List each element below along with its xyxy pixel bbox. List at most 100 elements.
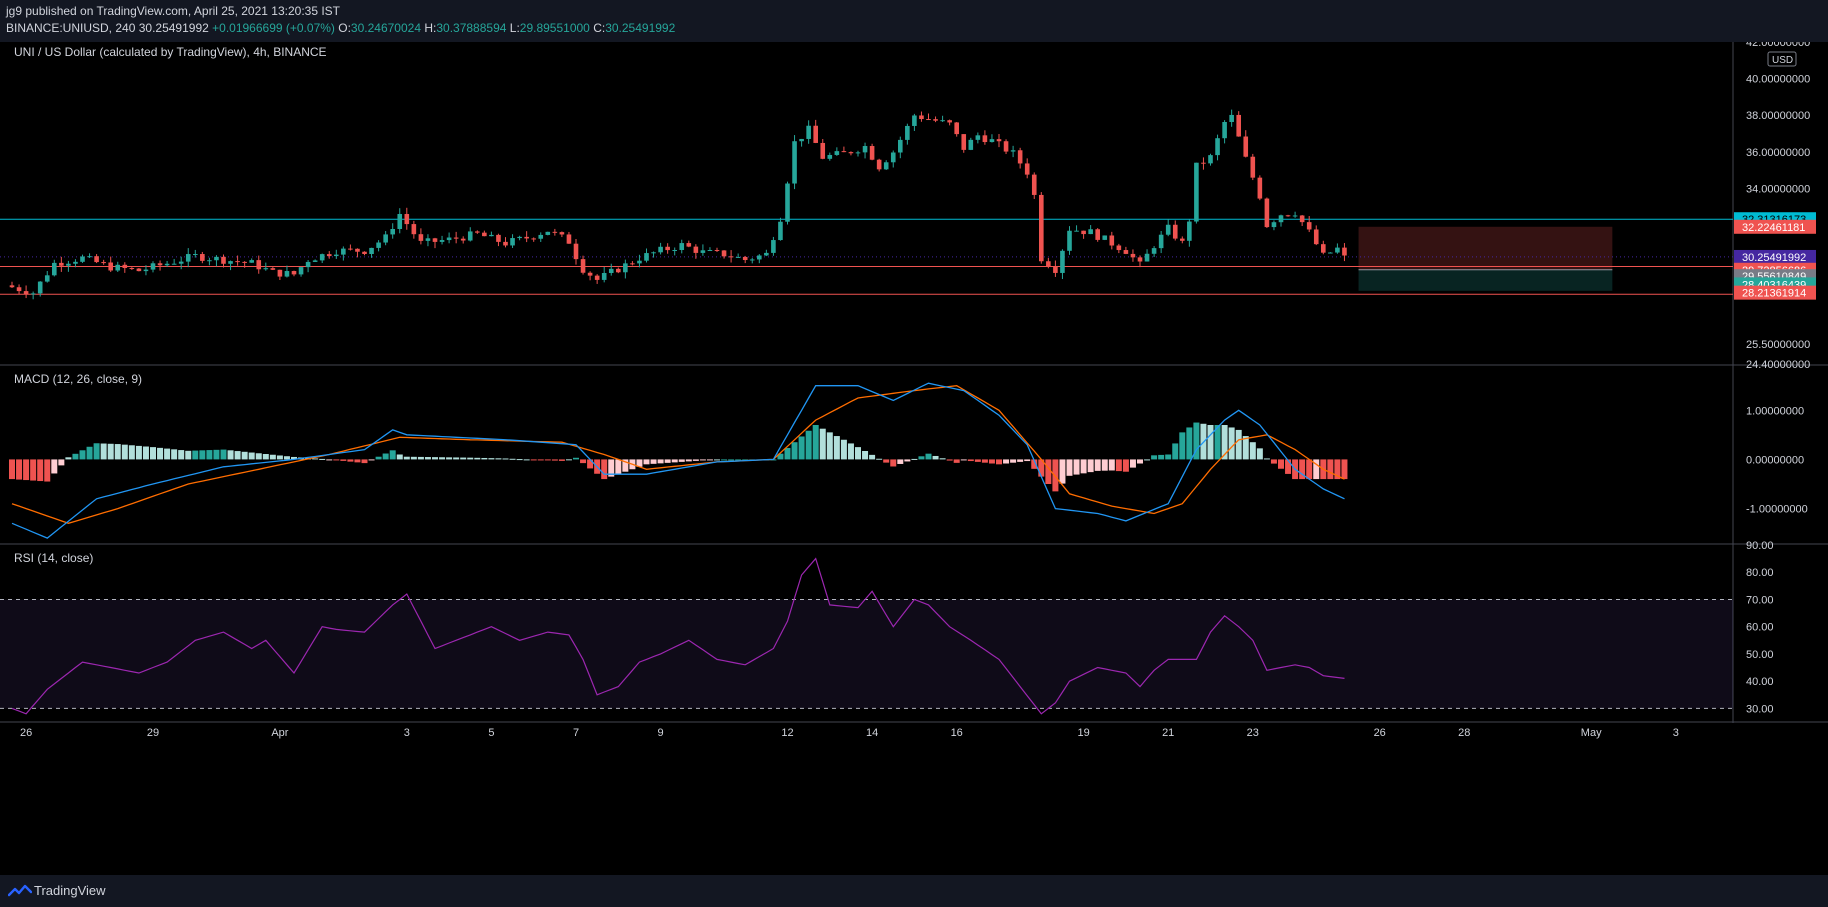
candle-body bbox=[898, 139, 903, 153]
candle-body bbox=[411, 224, 417, 235]
candle-body bbox=[742, 256, 748, 261]
candle-body bbox=[503, 241, 508, 246]
macd-histogram-bar bbox=[432, 457, 438, 460]
macd-histogram-bar bbox=[128, 445, 135, 460]
price-pane-title: UNI / US Dollar (calculated by TradingVi… bbox=[14, 45, 327, 59]
candle-body bbox=[263, 268, 269, 270]
price-axis-tick: 36.00000000 bbox=[1746, 147, 1810, 159]
macd-histogram-bar bbox=[714, 459, 720, 461]
macd-histogram-bar bbox=[354, 459, 361, 463]
macd-histogram-bar bbox=[495, 458, 502, 460]
rsi-axis-tick: 50.00 bbox=[1746, 649, 1774, 661]
candle-body bbox=[1229, 114, 1234, 122]
macd-histogram-bar bbox=[650, 459, 657, 464]
candle-body bbox=[66, 263, 71, 266]
macd-histogram-bar bbox=[1341, 459, 1348, 480]
candle-body bbox=[291, 271, 297, 275]
candle-body bbox=[693, 246, 699, 253]
macd-histogram-bar bbox=[347, 459, 354, 462]
candle-body bbox=[482, 232, 487, 237]
price-axis-tick: 34.00000000 bbox=[1746, 183, 1810, 195]
macd-histogram-bar bbox=[326, 459, 333, 461]
macd-histogram-bar bbox=[601, 459, 608, 480]
candle-body bbox=[919, 115, 924, 120]
candle-body bbox=[764, 252, 769, 256]
candle-body bbox=[284, 271, 290, 277]
candle-body bbox=[1024, 163, 1030, 175]
macd-histogram-bar bbox=[1278, 459, 1284, 469]
candle-body bbox=[1172, 224, 1178, 239]
candle-body bbox=[517, 236, 522, 239]
macd-histogram-bar bbox=[1165, 454, 1172, 460]
candle-body bbox=[630, 263, 635, 265]
candle-body bbox=[52, 262, 57, 276]
macd-histogram-bar bbox=[269, 454, 276, 460]
candle-body bbox=[1046, 261, 1051, 267]
price-axis-tick: 38.00000000 bbox=[1746, 110, 1810, 122]
candle-body bbox=[841, 151, 847, 153]
candle-body bbox=[1306, 222, 1312, 230]
macd-histogram-bar bbox=[199, 450, 206, 460]
macd-histogram-bar bbox=[918, 456, 925, 460]
candle-body bbox=[665, 246, 670, 251]
macd-histogram-bar bbox=[897, 459, 904, 464]
candle-body bbox=[30, 293, 36, 295]
candle-body bbox=[545, 231, 551, 235]
currency-label: USD bbox=[1772, 55, 1793, 66]
candle-body bbox=[1123, 250, 1129, 254]
rsi-axis-tick: 40.00 bbox=[1746, 676, 1774, 688]
candle-body bbox=[566, 234, 572, 244]
macd-histogram-bar bbox=[16, 459, 23, 480]
macd-histogram-bar bbox=[996, 459, 1002, 465]
candle-body bbox=[1109, 235, 1115, 246]
candle-body bbox=[270, 268, 276, 270]
macd-histogram-bar bbox=[1115, 459, 1122, 472]
low-label: L: bbox=[509, 21, 520, 35]
macd-histogram-bar bbox=[368, 459, 375, 461]
time-axis-tick: 21 bbox=[1162, 727, 1174, 739]
brand-name[interactable]: TradingView bbox=[34, 883, 106, 898]
candle-body bbox=[926, 119, 931, 121]
price-axis-tick: 25.50000000 bbox=[1746, 339, 1810, 351]
macd-histogram-bar bbox=[424, 457, 431, 460]
candle-body bbox=[1137, 257, 1143, 262]
macd-histogram-bar bbox=[558, 459, 565, 461]
macd-histogram-bar bbox=[981, 459, 988, 463]
macd-histogram-bar bbox=[573, 457, 579, 460]
macd-histogram-bar bbox=[904, 459, 911, 462]
macd-histogram-bar bbox=[1285, 459, 1292, 474]
macd-histogram-bar bbox=[869, 454, 876, 460]
candle-body bbox=[475, 231, 480, 233]
candle-body bbox=[164, 263, 170, 266]
candle-body bbox=[44, 275, 50, 282]
candle-body bbox=[397, 213, 403, 229]
macd-histogram-bar bbox=[178, 450, 185, 460]
candle-body bbox=[1165, 224, 1171, 235]
macd-histogram-bar bbox=[396, 454, 403, 460]
candle-body bbox=[305, 261, 311, 268]
candle-body bbox=[228, 261, 233, 264]
macd-histogram-bar bbox=[389, 450, 396, 460]
candle-body bbox=[1180, 238, 1185, 241]
candle-body bbox=[87, 256, 92, 258]
open-label: O: bbox=[338, 21, 351, 35]
chart-canvas[interactable]: UNI / US Dollar (calculated by TradingVi… bbox=[0, 42, 1828, 875]
price-label: 28.21361914 bbox=[1742, 288, 1806, 300]
candle-body bbox=[778, 221, 783, 241]
macd-histogram-bar bbox=[1094, 459, 1101, 471]
macd-histogram-bar bbox=[276, 455, 283, 460]
tradingview-logo-icon[interactable] bbox=[8, 884, 32, 898]
macd-histogram-bar bbox=[382, 453, 389, 460]
macd-histogram-bar bbox=[467, 457, 474, 460]
macd-histogram-bar bbox=[488, 458, 495, 460]
candle-body bbox=[355, 248, 360, 252]
macd-histogram-bar bbox=[58, 459, 65, 466]
macd-histogram-bar bbox=[699, 459, 706, 461]
macd-histogram-bar bbox=[502, 458, 509, 460]
candle-body bbox=[799, 138, 804, 142]
macd-histogram-bar bbox=[72, 453, 79, 460]
macd-histogram-bar bbox=[805, 430, 812, 460]
candle-body bbox=[425, 238, 431, 241]
macd-histogram-bar bbox=[988, 459, 995, 464]
high-value: 30.37888594 bbox=[436, 21, 507, 35]
